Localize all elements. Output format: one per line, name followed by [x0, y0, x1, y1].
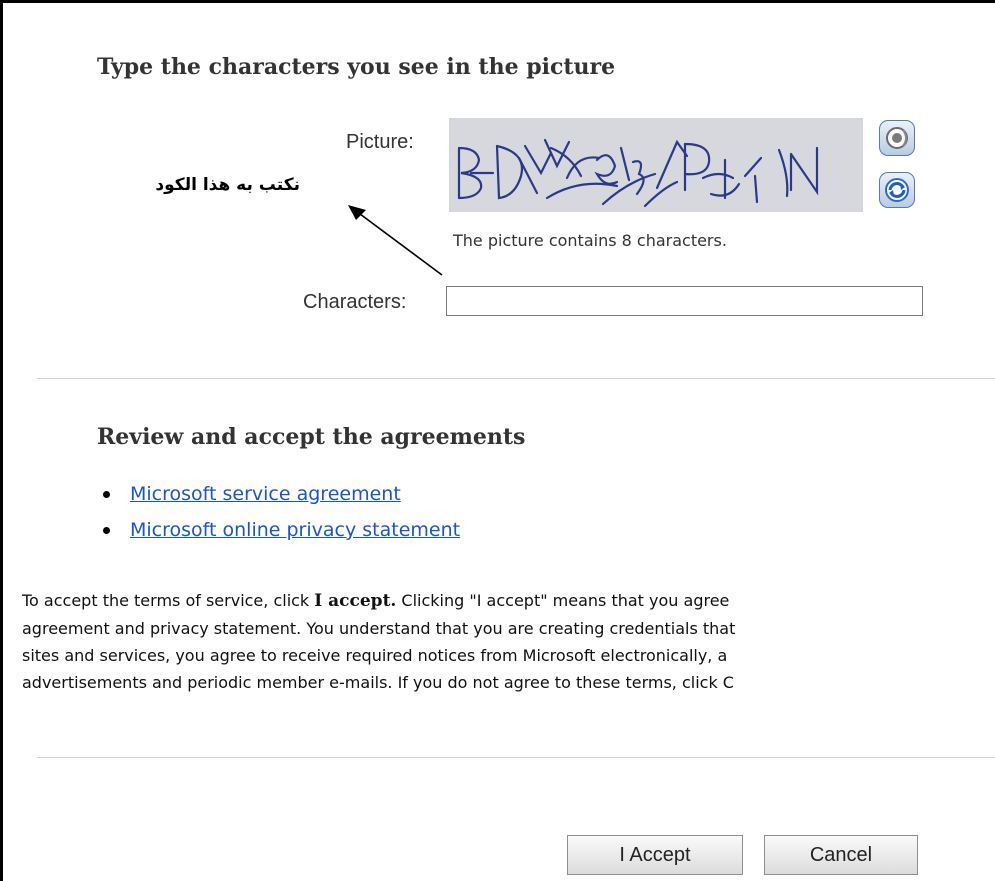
terms-text-part: Clicking "I accept" means that you agree: [396, 591, 730, 610]
cancel-button[interactable]: Cancel: [764, 835, 918, 875]
agreements-heading: Review and accept the agreements: [97, 424, 526, 450]
privacy-statement-link[interactable]: Microsoft online privacy statement: [130, 519, 460, 541]
refresh-icon: [885, 178, 909, 202]
list-item: Microsoft service agreement: [100, 483, 460, 519]
characters-input[interactable]: [446, 286, 923, 316]
captcha-heading: Type the characters you see in the pictu…: [97, 54, 616, 80]
annotation-arrow: [348, 205, 443, 276]
terms-line-2: agreement and privacy statement. You und…: [22, 619, 736, 638]
section-divider: [37, 757, 995, 758]
terms-bold-accept: I accept.: [314, 591, 397, 611]
bullet: [103, 491, 110, 498]
service-agreement-link[interactable]: Microsoft service agreement: [130, 483, 401, 505]
terms-line-3: sites and services, you agree to receive…: [22, 646, 728, 665]
captcha-image: [449, 118, 863, 212]
characters-label: Characters:: [303, 291, 407, 313]
refresh-captcha-button[interactable]: [879, 172, 915, 208]
accept-button[interactable]: I Accept: [567, 835, 743, 875]
frame-border-left: [0, 0, 3, 881]
list-item: Microsoft online privacy statement: [100, 519, 460, 555]
bullet: [103, 527, 110, 534]
picture-label: Picture:: [346, 131, 414, 153]
terms-line-1: To accept the terms of service, click I …: [22, 587, 995, 615]
terms-text: To accept the terms of service, click I …: [22, 587, 995, 696]
frame-border-top: [0, 0, 995, 3]
agreement-links: Microsoft service agreement Microsoft on…: [100, 483, 460, 555]
section-divider: [37, 378, 995, 379]
terms-line-4: advertisements and periodic member e-mai…: [22, 673, 734, 692]
terms-text-part: To accept the terms of service, click: [22, 591, 315, 610]
captcha-hint: The picture contains 8 characters.: [453, 231, 727, 250]
audio-captcha-button[interactable]: [879, 120, 915, 156]
annotation-note: نكتب به هذا الكود: [155, 175, 300, 195]
speaker-icon: [886, 127, 908, 149]
